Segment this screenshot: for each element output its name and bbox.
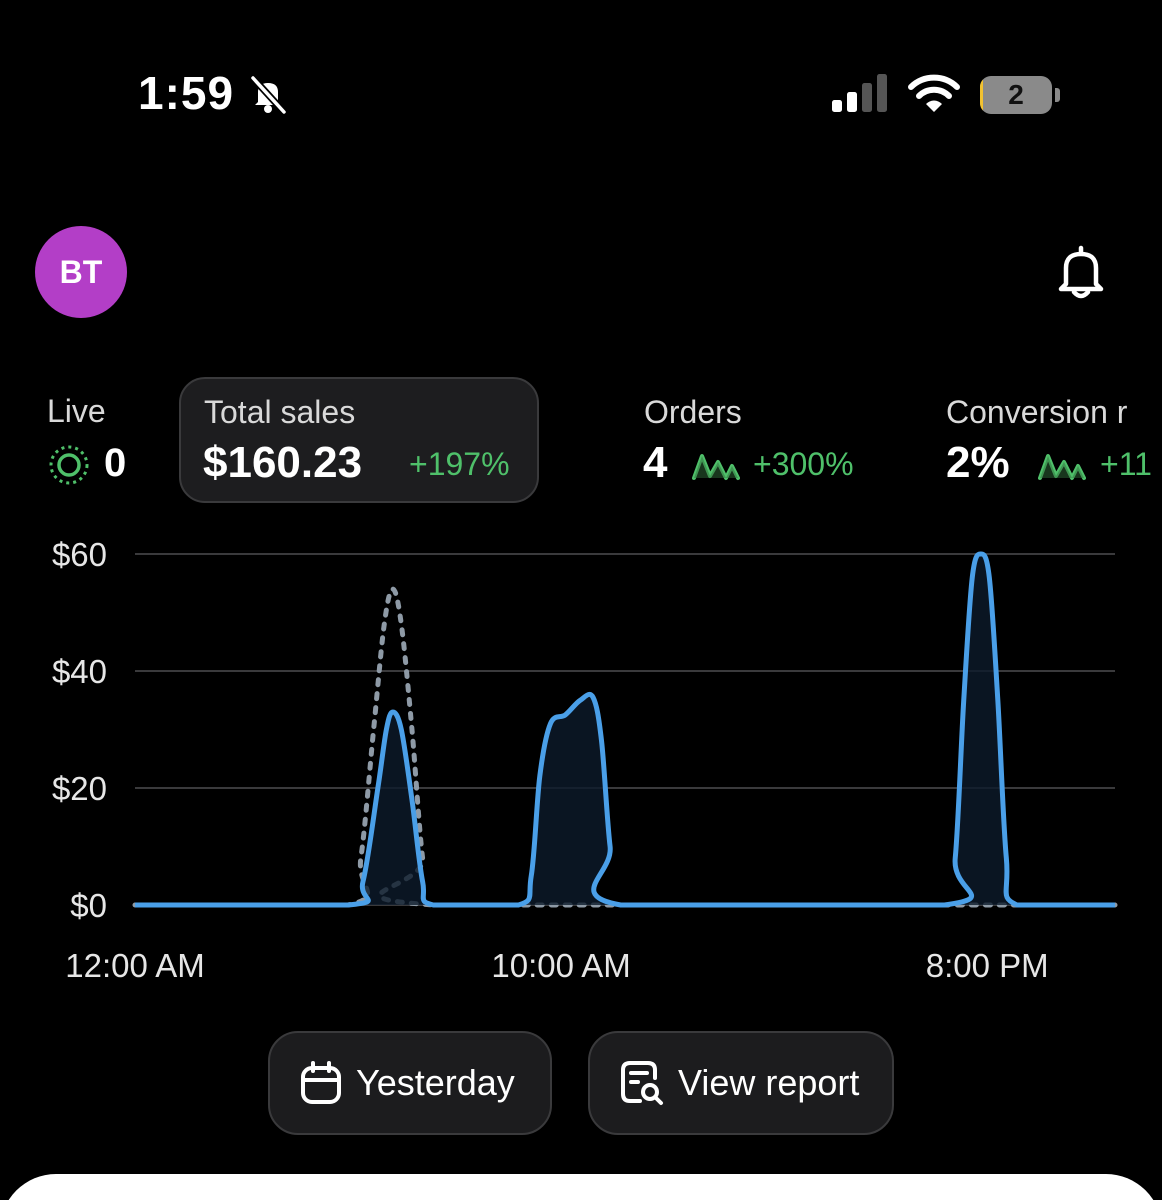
bottom-sheet [0,1174,1162,1200]
wifi-icon [908,74,960,112]
x-tick-label: 10:00 AM [491,947,630,984]
cellular-signal-icon [832,74,887,112]
y-tick-label: $40 [52,653,107,690]
yesterday-label: Yesterday [356,1062,515,1103]
y-tick-label: $0 [70,887,107,924]
sparkline-icon [692,454,740,480]
total-sales-value: $160.23 [203,438,363,487]
live-indicator-icon [49,445,89,485]
conversion-change: +11 [1100,446,1152,482]
conversion-value: 2% [946,438,1010,487]
status-time: 1:59 [138,67,235,119]
live-label: Live [47,393,106,429]
sales-chart: $60 $40 $20 $0 12:00 AM 10:00 AM 8:00 PM [52,536,1118,984]
y-tick-label: $20 [52,770,107,807]
total-sales-label: Total sales [204,394,356,430]
view-report-button[interactable]: View report [588,1031,894,1135]
report-search-icon [621,1061,663,1105]
bell-icon[interactable] [1050,242,1112,304]
screen: 1:59 2 BT Live 0 Total sales $160.23 +19… [0,0,1162,1200]
live-value: 0 [104,441,127,485]
yesterday-button[interactable]: Yesterday [268,1031,552,1135]
x-tick-label: 12:00 AM [65,947,204,984]
orders-change: +300% [753,446,854,482]
orders-label: Orders [644,394,742,430]
calendar-icon [301,1061,341,1104]
avatar[interactable]: BT [35,226,127,318]
sparkline-icon [1038,454,1086,480]
battery-icon: 2 [980,76,1052,114]
battery-cap [1055,88,1060,102]
y-tick-label: $60 [52,536,107,573]
total-sales-change: +197% [409,446,510,482]
view-report-label: View report [678,1062,860,1103]
bell-slash-icon [250,75,287,115]
orders-value: 4 [643,438,668,487]
x-tick-label: 8:00 PM [926,947,1049,984]
conversion-label: Conversion r [946,394,1128,430]
battery-level: 2 [1008,79,1024,110]
